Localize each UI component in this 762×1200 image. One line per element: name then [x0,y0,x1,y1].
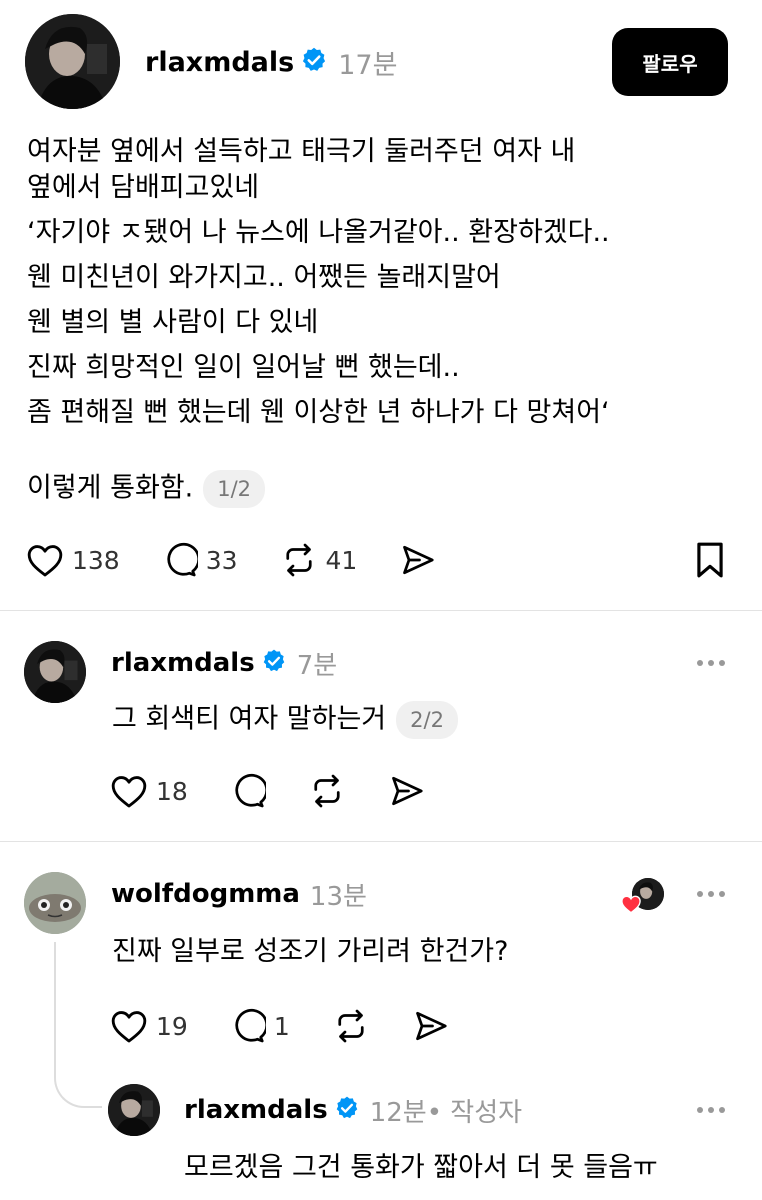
post-time: 7분 [296,650,338,681]
post-line: 웬 미친년이 와가지고.. 어쨌든 놀래지말어 [27,262,501,293]
comment-button[interactable]: 33 [162,542,238,578]
repost-button[interactable] [332,1008,370,1044]
avatar[interactable] [108,1084,160,1136]
avatar-image [24,641,86,703]
verified-badge-icon [300,46,328,78]
follow-button[interactable]: 팔로우 [612,28,728,96]
author-tag: • 작성자 [426,1097,523,1128]
more-options-icon[interactable] [697,891,725,897]
post-actions: 18 [110,771,468,811]
post-time: 13분 [309,881,367,912]
post-time: 17분 [338,49,398,81]
heart-icon [110,1008,148,1044]
comment-count: 1 [273,1011,290,1041]
avatar-image [108,1084,160,1136]
username[interactable]: rlaxmdals [184,1095,328,1125]
username[interactable]: rlaxmdals [145,47,294,78]
like-count: 138 [72,545,120,575]
reply-post: rlaxmdals 7분 그 회색티 여자 말하는거 2/2 18 [0,611,762,841]
post-last-line: 이렇게 통화함. [27,472,194,504]
avatar[interactable] [24,641,86,703]
verified-badge-icon [334,1095,360,1125]
main-post: rlaxmdals 17분 팔로우 여자분 옆에서 설득하고 태극기 둘러주던 … [0,0,762,610]
more-options-icon[interactable] [697,660,725,666]
post-time: 12분 [369,1097,427,1128]
like-button[interactable]: 18 [110,773,188,809]
reply-text: 그 회색티 여자 말하는거 [112,703,387,735]
comment-button[interactable]: 1 [230,1008,290,1044]
thread-pager-badge: 1/2 [203,470,266,508]
reply-body: 그 회색티 여자 말하는거 2/2 [112,701,458,739]
heart-filled-icon [620,894,642,918]
username[interactable]: rlaxmdals [111,648,255,678]
like-count: 19 [156,1011,188,1041]
post-body: 여자분 옆에서 설득하고 태극기 둘러주던 여자 내 옆에서 담배피고있네 ‘자… [27,134,610,431]
like-count: 18 [156,776,188,806]
like-button[interactable]: 19 [110,1008,188,1044]
send-icon [399,542,437,578]
liked-by-author-indicator [620,878,666,918]
repost-button[interactable] [308,773,346,809]
send-icon [412,1008,450,1044]
post-actions: 138 33 41 [26,540,479,580]
send-icon [388,773,426,809]
post-line: 좀 편해질 뻔 했는데 웬 이상한 년 하나가 다 망쳐어‘ [27,397,610,428]
bookmark-icon [694,542,726,583]
comment-count: 33 [205,545,238,575]
reply-body: 모르겠음 그건 통화가 짧아서 더 못 들음ㅠ [184,1150,658,1186]
repost-icon [280,542,318,578]
avatar[interactable] [25,14,120,109]
avatar-image [24,872,86,934]
heart-icon [110,773,148,809]
post-line: 여자분 옆에서 설득하고 태극기 둘러주던 여자 내 [27,136,576,167]
username[interactable]: wolfdogmma [111,879,300,909]
heart-icon [26,542,64,578]
nested-reply: rlaxmdals 12분 • 작성자 모르겠음 그건 통화가 짧아서 더 못 … [0,1078,762,1200]
bookmark-button[interactable] [694,541,726,583]
comment-icon [162,542,198,578]
like-button[interactable]: 138 [26,542,120,578]
post-line: 진짜 희망적인 일이 일어날 뻔 했는데.. [27,352,460,383]
comment-icon [230,773,266,809]
comment-icon [230,1008,266,1044]
avatar-image [25,14,120,109]
reply-post: wolfdogmma 13분 진짜 일부로 성조기 가리려 한건가? 19 1 [0,842,762,1200]
more-options-icon[interactable] [697,1107,725,1113]
post-last-line-row: 이렇게 통화함. 1/2 [27,470,266,508]
repost-button[interactable]: 41 [280,542,358,578]
thread-pager-badge: 2/2 [396,701,458,739]
repost-icon [308,773,346,809]
share-button[interactable] [388,773,426,809]
post-line: ‘자기야 ㅈ됐어 나 뉴스에 나올거같아.. 환장하겠다.. [27,217,610,248]
share-button[interactable] [399,542,437,578]
post-actions: 19 1 [110,1006,492,1046]
comment-button[interactable] [230,773,266,809]
reply-body: 진짜 일부로 성조기 가리려 한건가? [112,934,508,970]
reply-text: 진짜 일부로 성조기 가리려 한건가? [112,936,509,967]
share-button[interactable] [412,1008,450,1044]
reply-text: 모르겠음 그건 통화가 짧아서 더 못 들음ㅠ [184,1152,658,1183]
repost-count: 41 [325,545,358,575]
verified-badge-icon [261,648,287,678]
repost-icon [332,1008,370,1044]
avatar[interactable] [24,872,86,934]
post-line: 웬 별의 별 사람이 다 있네 [27,307,319,338]
post-line: 옆에서 담배피고있네 [27,172,260,203]
